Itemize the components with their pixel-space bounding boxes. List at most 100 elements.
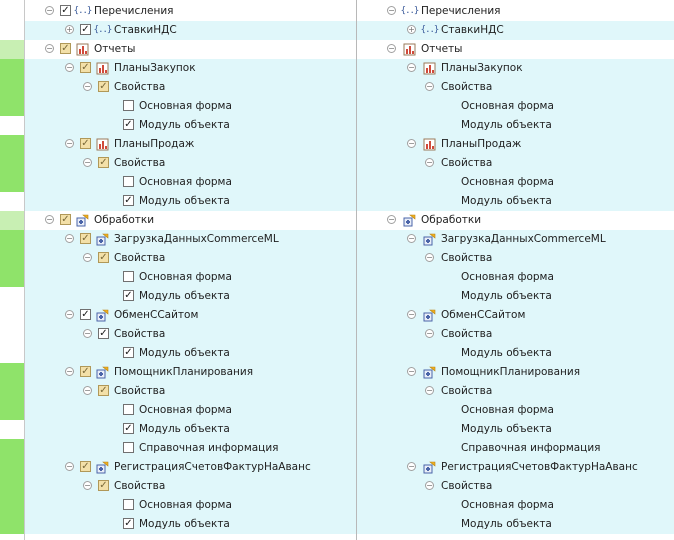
include-checkbox[interactable] bbox=[123, 100, 134, 111]
expand-icon[interactable]: + bbox=[65, 25, 74, 34]
left-tree-row[interactable]: Справочная информация bbox=[25, 439, 356, 458]
right-tree-row[interactable]: − Обработки bbox=[357, 211, 674, 230]
left-tree-row[interactable]: ✓ Модуль объекта bbox=[25, 344, 356, 363]
include-checkbox[interactable]: ✓ bbox=[80, 138, 91, 149]
right-tree-row[interactable]: − ЗагрузкаДанныхCommerceML bbox=[357, 230, 674, 249]
right-tree-row[interactable]: Основная форма bbox=[357, 496, 674, 515]
collapse-icon[interactable]: − bbox=[83, 481, 92, 490]
right-tree-row[interactable]: Модуль объекта bbox=[357, 116, 674, 135]
left-tree-row[interactable]: − ✓ Свойства bbox=[25, 382, 356, 401]
right-tree-row[interactable]: Модуль объекта bbox=[357, 344, 674, 363]
right-tree-row[interactable]: − Свойства bbox=[357, 382, 674, 401]
include-checkbox[interactable]: ✓ bbox=[80, 233, 91, 244]
right-tree-row[interactable]: − ОбменССайтом bbox=[357, 306, 674, 325]
include-checkbox[interactable]: ✓ bbox=[60, 214, 71, 225]
collapse-icon[interactable]: − bbox=[83, 82, 92, 91]
collapse-icon[interactable]: − bbox=[387, 44, 396, 53]
collapse-icon[interactable]: − bbox=[425, 481, 434, 490]
include-checkbox[interactable]: ✓ bbox=[98, 252, 109, 263]
collapse-icon[interactable]: − bbox=[407, 139, 416, 148]
collapse-icon[interactable]: − bbox=[425, 82, 434, 91]
right-tree-row[interactable]: − ПомощникПланирования bbox=[357, 363, 674, 382]
right-tree-row[interactable]: + {..} СтавкиНДС bbox=[357, 21, 674, 40]
include-checkbox[interactable]: ✓ bbox=[123, 347, 134, 358]
right-tree-row[interactable]: − Свойства bbox=[357, 78, 674, 97]
include-checkbox[interactable]: ✓ bbox=[60, 5, 71, 16]
right-tree-row[interactable]: − Свойства bbox=[357, 477, 674, 496]
include-checkbox[interactable]: ✓ bbox=[80, 24, 91, 35]
left-tree-row[interactable]: Основная форма bbox=[25, 496, 356, 515]
left-tree-row[interactable]: − ✓ Свойства bbox=[25, 249, 356, 268]
include-checkbox[interactable] bbox=[123, 404, 134, 415]
collapse-icon[interactable]: − bbox=[83, 329, 92, 338]
left-tree-row[interactable]: Основная форма bbox=[25, 401, 356, 420]
right-tree-row[interactable]: − ПланыЗакупок bbox=[357, 59, 674, 78]
right-tree-row[interactable]: Модуль объекта bbox=[357, 515, 674, 534]
collapse-icon[interactable]: − bbox=[407, 234, 416, 243]
left-tree-row[interactable]: Основная форма bbox=[25, 268, 356, 287]
left-tree-row[interactable]: − ✓ Свойства bbox=[25, 78, 356, 97]
right-tree-row[interactable]: Модуль объекта bbox=[357, 192, 674, 211]
right-tree-row[interactable]: − РегистрацияСчетовФактурНаАванс bbox=[357, 458, 674, 477]
left-tree-row[interactable]: ✓ Модуль объекта bbox=[25, 192, 356, 211]
right-tree-row[interactable]: Основная форма bbox=[357, 173, 674, 192]
left-tree-row[interactable]: − ✓ ПланыЗакупок bbox=[25, 59, 356, 78]
include-checkbox[interactable]: ✓ bbox=[123, 119, 134, 130]
collapse-icon[interactable]: − bbox=[407, 63, 416, 72]
left-tree-row[interactable]: − ✓ Свойства bbox=[25, 154, 356, 173]
right-tree-row[interactable]: − Свойства bbox=[357, 325, 674, 344]
left-tree-row[interactable]: ✓ Модуль объекта bbox=[25, 420, 356, 439]
right-tree-row[interactable]: Модуль объекта bbox=[357, 287, 674, 306]
left-tree-row[interactable]: ✓ Модуль объекта bbox=[25, 515, 356, 534]
include-checkbox[interactable]: ✓ bbox=[80, 461, 91, 472]
collapse-icon[interactable]: − bbox=[407, 367, 416, 376]
collapse-icon[interactable]: − bbox=[45, 44, 54, 53]
left-tree-row[interactable]: − ✓ ОбменССайтом bbox=[25, 306, 356, 325]
collapse-icon[interactable]: − bbox=[65, 462, 74, 471]
collapse-icon[interactable]: − bbox=[425, 158, 434, 167]
left-tree-pane[interactable]: − ✓ {..} Перечисления + ✓ {..} СтавкиНДС − ✓ Отчет… bbox=[25, 0, 356, 540]
include-checkbox[interactable] bbox=[123, 176, 134, 187]
collapse-icon[interactable]: − bbox=[65, 310, 74, 319]
include-checkbox[interactable] bbox=[123, 271, 134, 282]
left-tree-row[interactable]: − ✓ ПомощникПланирования bbox=[25, 363, 356, 382]
include-checkbox[interactable]: ✓ bbox=[98, 480, 109, 491]
include-checkbox[interactable]: ✓ bbox=[98, 385, 109, 396]
left-tree-row[interactable]: − ✓ Свойства bbox=[25, 477, 356, 496]
left-tree-row[interactable]: ✓ Модуль объекта bbox=[25, 287, 356, 306]
include-checkbox[interactable]: ✓ bbox=[123, 423, 134, 434]
left-tree-row[interactable]: − ✓ Свойства bbox=[25, 325, 356, 344]
collapse-icon[interactable]: − bbox=[387, 6, 396, 15]
left-tree-row[interactable]: − ✓ РегистрацияСчетовФактурНаАванс bbox=[25, 458, 356, 477]
include-checkbox[interactable]: ✓ bbox=[123, 518, 134, 529]
left-tree-row[interactable]: − ✓ ПланыПродаж bbox=[25, 135, 356, 154]
right-tree-row[interactable]: Справочная информация bbox=[357, 439, 674, 458]
right-tree-row[interactable]: − ПланыПродаж bbox=[357, 135, 674, 154]
collapse-icon[interactable]: − bbox=[45, 215, 54, 224]
left-tree-row[interactable]: Основная форма bbox=[25, 97, 356, 116]
collapse-icon[interactable]: − bbox=[65, 367, 74, 376]
collapse-icon[interactable]: − bbox=[407, 310, 416, 319]
right-tree-row[interactable]: Модуль объекта bbox=[357, 420, 674, 439]
right-tree-row[interactable]: − Отчеты bbox=[357, 40, 674, 59]
collapse-icon[interactable]: − bbox=[425, 253, 434, 262]
collapse-icon[interactable]: − bbox=[65, 234, 74, 243]
right-tree-row[interactable]: − {..} Перечисления bbox=[357, 2, 674, 21]
include-checkbox[interactable]: ✓ bbox=[98, 81, 109, 92]
collapse-icon[interactable]: − bbox=[45, 6, 54, 15]
include-checkbox[interactable]: ✓ bbox=[60, 43, 71, 54]
collapse-icon[interactable]: − bbox=[83, 158, 92, 167]
collapse-icon[interactable]: − bbox=[407, 462, 416, 471]
include-checkbox[interactable] bbox=[123, 499, 134, 510]
collapse-icon[interactable]: − bbox=[387, 215, 396, 224]
collapse-icon[interactable]: − bbox=[65, 63, 74, 72]
collapse-icon[interactable]: − bbox=[65, 139, 74, 148]
include-checkbox[interactable]: ✓ bbox=[80, 62, 91, 73]
collapse-icon[interactable]: − bbox=[83, 253, 92, 262]
right-tree-row[interactable]: Основная форма bbox=[357, 401, 674, 420]
include-checkbox[interactable]: ✓ bbox=[80, 366, 91, 377]
left-tree-row[interactable]: − ✓ ЗагрузкаДанныхCommerceML bbox=[25, 230, 356, 249]
left-tree-row[interactable]: Основная форма bbox=[25, 173, 356, 192]
include-checkbox[interactable]: ✓ bbox=[80, 309, 91, 320]
left-tree-row[interactable]: ✓ Модуль объекта bbox=[25, 116, 356, 135]
